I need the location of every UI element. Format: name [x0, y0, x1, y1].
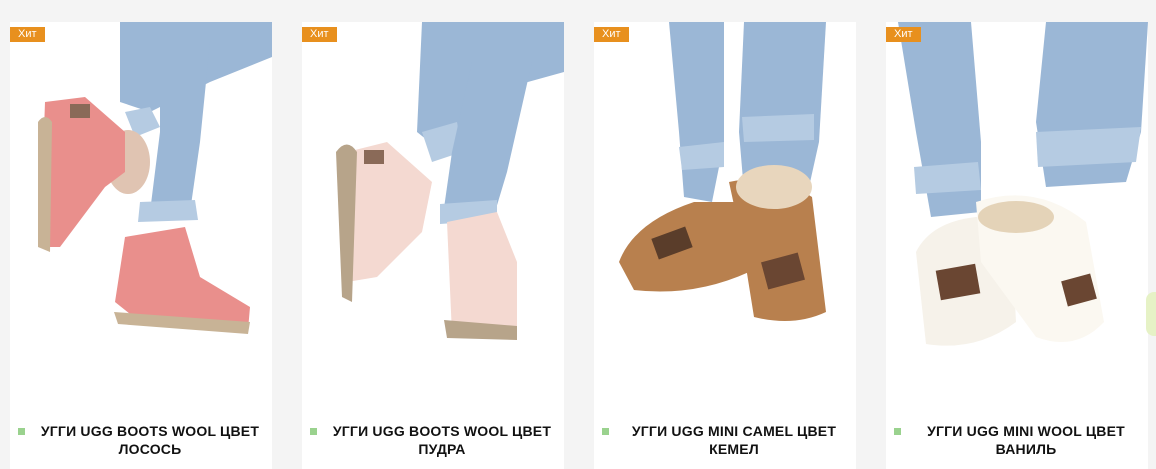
product-title-line1: УГГИ UGG BOOTS WOOL ЦВЕТ	[332, 423, 552, 439]
product-image[interactable]	[886, 22, 1148, 402]
hit-badge: Хит	[10, 27, 45, 42]
bullet-icon	[894, 428, 901, 435]
product-card[interactable]: Хит УГГИ UGG BOOTS WOOL ЦВЕТ ПУДРА	[302, 22, 564, 469]
product-title-wrap[interactable]: УГГИ UGG BOOTS WOOL ЦВЕТ ЛОСОСЬ	[10, 422, 272, 462]
product-title-line2: ЛОСОСЬ	[118, 441, 182, 457]
product-title-line2: ПУДРА	[418, 441, 466, 457]
product-title[interactable]: УГГИ UGG MINI WOOL ЦВЕТ ВАНИЛЬ	[904, 422, 1148, 458]
product-grid: Хит УГГИ UGG BOOTS WOOL ЦВЕТ ЛОСОСЬ Хит	[0, 0, 1156, 469]
product-card[interactable]: Хит УГГИ UGG MINI WOOL ЦВЕТ ВАНИЛЬ	[886, 22, 1148, 469]
product-title-line1: УГГИ UGG MINI CAMEL ЦВЕТ	[631, 423, 837, 439]
product-title-wrap[interactable]: УГГИ UGG MINI CAMEL ЦВЕТ КЕМЕЛ	[594, 422, 856, 462]
decorative-edge-mark	[1146, 292, 1156, 336]
product-title-line2: КЕМЕЛ	[709, 441, 759, 457]
product-title-line2: ВАНИЛЬ	[995, 441, 1057, 457]
product-image[interactable]	[594, 22, 856, 402]
product-title[interactable]: УГГИ UGG BOOTS WOOL ЦВЕТ ЛОСОСЬ	[28, 422, 272, 458]
hit-badge: Хит	[302, 27, 337, 42]
hit-badge: Хит	[594, 27, 629, 42]
product-title-line1: УГГИ UGG MINI WOOL ЦВЕТ	[927, 423, 1125, 439]
hit-badge: Хит	[886, 27, 921, 42]
product-title-wrap[interactable]: УГГИ UGG MINI WOOL ЦВЕТ ВАНИЛЬ	[886, 422, 1148, 462]
bullet-icon	[310, 428, 317, 435]
product-title[interactable]: УГГИ UGG BOOTS WOOL ЦВЕТ ПУДРА	[320, 422, 564, 458]
bullet-icon	[18, 428, 25, 435]
product-image[interactable]	[10, 22, 272, 402]
product-title-wrap[interactable]: УГГИ UGG BOOTS WOOL ЦВЕТ ПУДРА	[302, 422, 564, 462]
product-card[interactable]: Хит УГГИ UGG BOOTS WOOL ЦВЕТ ЛОСОСЬ	[10, 22, 272, 469]
product-title[interactable]: УГГИ UGG MINI CAMEL ЦВЕТ КЕМЕЛ	[612, 422, 856, 458]
product-card[interactable]: Хит УГГИ UGG MINI CAMEL ЦВЕТ КЕМЕЛ	[594, 22, 856, 469]
bullet-icon	[602, 428, 609, 435]
product-title-line1: УГГИ UGG BOOTS WOOL ЦВЕТ	[40, 423, 260, 439]
product-image[interactable]	[302, 22, 564, 402]
